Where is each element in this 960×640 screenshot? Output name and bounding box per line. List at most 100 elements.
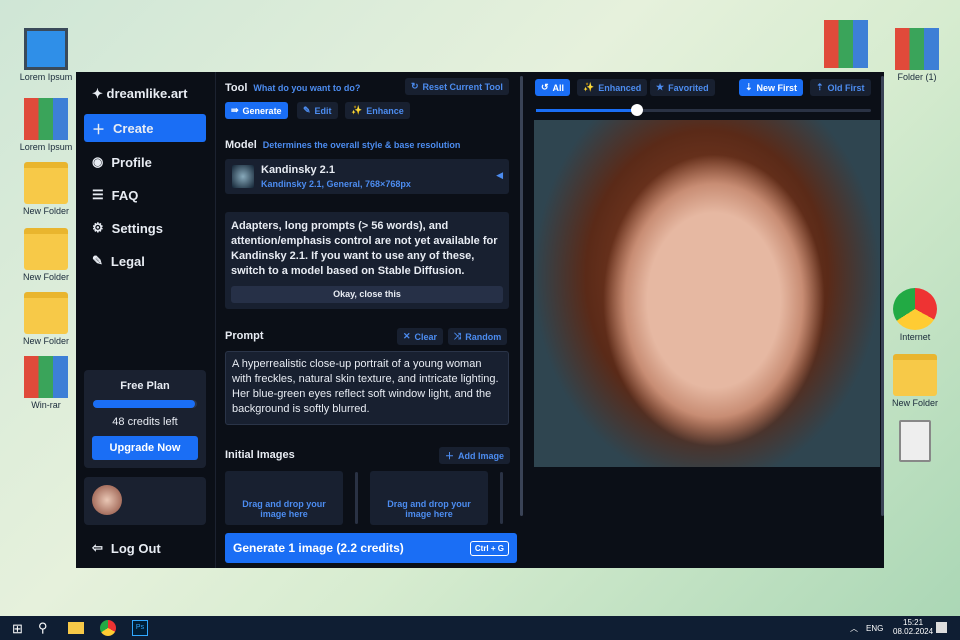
tab-label: Generate	[242, 105, 282, 116]
file-explorer-icon[interactable]	[68, 622, 84, 634]
sort-down-icon: ⇣	[745, 82, 753, 92]
nav-label: Legal	[110, 253, 145, 269]
desktop-icon-computer[interactable]: Lorem Ipsum	[14, 28, 78, 82]
generate-icon: ⇛	[231, 105, 239, 115]
language-indicator[interactable]: ENG	[866, 624, 883, 633]
model-details: Kandinsky 2.1, General, 768×768px	[261, 179, 411, 189]
user-icon: ◉	[92, 154, 104, 169]
desktop-icon-folder1[interactable]: Folder (1)	[885, 28, 949, 82]
prompt-input[interactable]: A hyperrealistic close-up portrait of a …	[225, 351, 509, 425]
sort-new-first[interactable]: ⇣ New First	[739, 79, 804, 96]
photoshop-icon[interactable]: Ps	[132, 620, 148, 636]
date: 08.02.2024	[893, 627, 934, 636]
app-window: ✦ dreamlike.art ＋ Create ◉ Profile ☰ FAQ ⚙ S…	[76, 72, 884, 568]
logout-icon: ⇦	[92, 540, 103, 555]
desktop-icon-recycle-bin[interactable]	[883, 420, 947, 464]
random-button[interactable]: ⤨ Random	[448, 328, 508, 345]
brand[interactable]: ✦ dreamlike.art	[92, 86, 187, 102]
nav-legal[interactable]: ✎ Legal	[84, 247, 206, 275]
pencil-icon: ✎	[303, 105, 311, 115]
strength-slider-1[interactable]	[355, 472, 358, 524]
notice-box: Adapters, long prompts (> 56 words), and…	[225, 212, 509, 309]
x-icon: ✕	[403, 331, 411, 341]
nav-label: Settings	[111, 220, 163, 236]
clock[interactable]: 15:21 08.02.2024	[893, 618, 933, 636]
desktop-icon-folder[interactable]: New Folder	[14, 292, 78, 346]
desktop-icon-internet[interactable]: Internet	[883, 288, 947, 342]
close-notice-button[interactable]: Okay, close this	[231, 286, 503, 303]
folder-icon	[24, 162, 68, 204]
nav-label: Log Out	[110, 540, 161, 556]
sort-label: Old First	[827, 82, 865, 93]
taskbar: ⊞ ⚲ Ps ︿ ENG 15:21 08.02.2024	[0, 616, 960, 640]
brand-name: dreamlike.art	[106, 86, 188, 101]
zoom-slider-fill	[536, 109, 637, 112]
model-thumbnail	[232, 165, 254, 188]
chrome-icon	[893, 288, 937, 330]
tab-enhance[interactable]: ✨ Enhance	[345, 102, 410, 119]
tab-edit[interactable]: ✎ Edit	[297, 102, 338, 119]
generated-image[interactable]	[534, 120, 880, 467]
plan-name: Free Plan	[120, 380, 170, 392]
desktop-icon-books[interactable]: Lorem Ipsum	[14, 98, 78, 152]
books-icon	[24, 98, 68, 140]
drop-zone-1[interactable]: Drag and drop your image here	[225, 471, 343, 525]
add-image-button[interactable]: ＋ Add Image	[439, 447, 511, 464]
nav-faq[interactable]: ☰ FAQ	[84, 181, 206, 209]
wand-icon: ✨	[583, 82, 595, 92]
logout-button[interactable]: ⇦ Log Out	[84, 534, 206, 562]
nav-label: Create	[113, 120, 154, 136]
desktop-icon-folder[interactable]: New Folder	[14, 228, 78, 282]
panel-scrollbar[interactable]	[520, 76, 523, 516]
tab-generate[interactable]: ⇛ Generate	[225, 102, 288, 119]
strength-slider-2[interactable]	[500, 472, 503, 524]
tool-section: Tool What do you want to do?	[225, 82, 360, 94]
chevron-up-icon[interactable]: ︿	[850, 623, 858, 634]
tool-hint: What do you want to do?	[253, 83, 361, 93]
chrome-taskbar-icon[interactable]	[100, 620, 116, 636]
gallery: ↺ All ✨ Enhanced ★ Favorited ⇣ New First ⇡ Ol…	[526, 72, 884, 568]
nav-create[interactable]: ＋ Create	[84, 114, 206, 142]
reset-tool-button[interactable]: ↻ Reset Current Tool	[405, 78, 509, 95]
desktop-icon-folder[interactable]: New Folder	[883, 354, 947, 408]
notifications-icon[interactable]	[936, 622, 947, 633]
generate-button[interactable]: Generate 1 image (2.2 credits) Ctrl + G	[225, 533, 517, 563]
windows-start-icon[interactable]: ⊞	[12, 621, 23, 637]
filter-favorited[interactable]: ★ Favorited	[650, 79, 715, 96]
icon-label: Lorem Ipsum	[19, 72, 73, 82]
model-hint: Determines the overall style & base reso…	[262, 140, 461, 150]
nav-settings[interactable]: ⚙ Settings	[84, 214, 206, 242]
button-label: Add Image	[458, 450, 505, 461]
clear-button[interactable]: ✕ Clear	[397, 328, 444, 345]
upgrade-button[interactable]: Upgrade Now	[92, 436, 198, 460]
sort-old-first[interactable]: ⇡ Old First	[810, 79, 871, 96]
gear-icon: ⚙	[92, 220, 104, 235]
drop-zone-2[interactable]: Drag and drop your image here	[370, 471, 488, 525]
icon-label: New Folder	[22, 206, 69, 216]
trash-icon	[899, 420, 931, 462]
search-icon[interactable]: ⚲	[38, 620, 48, 636]
sort-label: New First	[756, 82, 798, 93]
reset-icon: ↻	[411, 81, 419, 91]
tab-label: Edit	[314, 105, 332, 116]
zoom-slider-handle[interactable]	[630, 104, 643, 116]
gallery-scrollbar[interactable]	[881, 76, 884, 516]
desktop-icon-winrar[interactable]: Win-rar	[14, 356, 78, 410]
filter-all[interactable]: ↺ All	[535, 79, 571, 96]
tab-label: Enhance	[366, 105, 404, 116]
icon-label: Internet	[899, 332, 931, 342]
avatar	[92, 485, 122, 515]
filter-enhanced[interactable]: ✨ Enhanced	[577, 79, 648, 96]
nav-profile[interactable]: ◉ Profile	[84, 148, 206, 176]
icon-label: New Folder	[22, 272, 69, 282]
plus-icon: ＋	[445, 451, 455, 461]
zoom-slider[interactable]	[536, 104, 871, 116]
model-select[interactable]: Kandinsky 2.1 Kandinsky 2.1, General, 76…	[225, 159, 509, 194]
caret-left-icon: ◀	[496, 170, 503, 180]
desktop-icon-folder[interactable]: New Folder	[14, 162, 78, 216]
generate-label: Generate 1 image (2.2 credits)	[233, 541, 404, 555]
computer-icon	[24, 28, 68, 70]
desktop-icon-books[interactable]	[814, 20, 878, 70]
account-card[interactable]	[84, 477, 206, 525]
filter-label: All	[552, 82, 565, 93]
